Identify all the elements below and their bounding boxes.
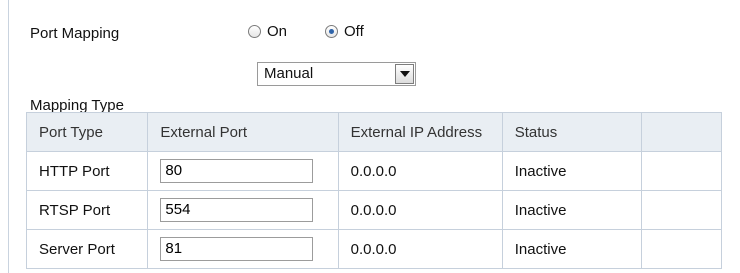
table-row: Server Port 0.0.0.0 Inactive bbox=[25, 229, 722, 269]
table-row: RTSP Port 0.0.0.0 Inactive bbox=[25, 190, 722, 230]
table-row: HTTP Port 0.0.0.0 Inactive bbox=[25, 151, 722, 191]
radio-on-icon[interactable] bbox=[248, 25, 261, 38]
table-header-row: Port Type External Port External IP Addr… bbox=[25, 112, 722, 152]
port-type-cell: RTSP Port bbox=[25, 190, 149, 230]
radio-off-icon[interactable] bbox=[325, 25, 339, 38]
chevron-down-icon bbox=[399, 71, 410, 77]
external-port-input[interactable] bbox=[160, 198, 314, 222]
header-port-type: Port Type bbox=[25, 112, 149, 152]
external-port-cell bbox=[147, 151, 339, 191]
external-ip-cell: 0.0.0.0 bbox=[337, 151, 503, 191]
radio-option-off[interactable]: Off bbox=[325, 23, 364, 40]
dropdown-button[interactable] bbox=[395, 64, 414, 84]
radio-option-on[interactable]: On bbox=[248, 23, 287, 40]
header-external-ip: External IP Address bbox=[337, 112, 503, 152]
radio-on-label: On bbox=[267, 23, 288, 40]
external-ip-cell: 0.0.0.0 bbox=[337, 229, 503, 269]
status-cell: Inactive bbox=[501, 151, 643, 191]
port-mapping-settings: Port Mapping On Off Mapping Type Manual bbox=[30, 16, 730, 114]
left-border bbox=[8, 0, 9, 273]
port-mapping-label: Port Mapping bbox=[30, 25, 120, 42]
port-type-cell: Server Port bbox=[25, 229, 149, 269]
external-port-cell bbox=[147, 229, 339, 269]
header-empty bbox=[641, 112, 722, 152]
status-cell: Inactive bbox=[501, 229, 643, 269]
port-mapping-table: Port Type External Port External IP Addr… bbox=[25, 112, 722, 269]
header-status: Status bbox=[501, 112, 643, 152]
port-type-cell: HTTP Port bbox=[25, 151, 149, 191]
header-external-port: External Port bbox=[147, 112, 339, 152]
empty-cell bbox=[641, 229, 722, 269]
external-port-input[interactable] bbox=[160, 159, 314, 183]
port-mapping-row: Port Mapping On Off bbox=[30, 16, 730, 52]
empty-cell bbox=[641, 151, 722, 191]
port-mapping-radio-group: On Off bbox=[248, 23, 402, 40]
external-port-input[interactable] bbox=[160, 237, 314, 261]
status-cell: Inactive bbox=[501, 190, 643, 230]
empty-cell bbox=[641, 190, 722, 230]
external-ip-cell: 0.0.0.0 bbox=[337, 190, 503, 230]
external-port-cell bbox=[147, 190, 339, 230]
mapping-type-select[interactable]: Manual bbox=[257, 62, 416, 86]
mapping-type-value: Manual bbox=[264, 65, 314, 82]
radio-off-label: Off bbox=[344, 23, 364, 40]
